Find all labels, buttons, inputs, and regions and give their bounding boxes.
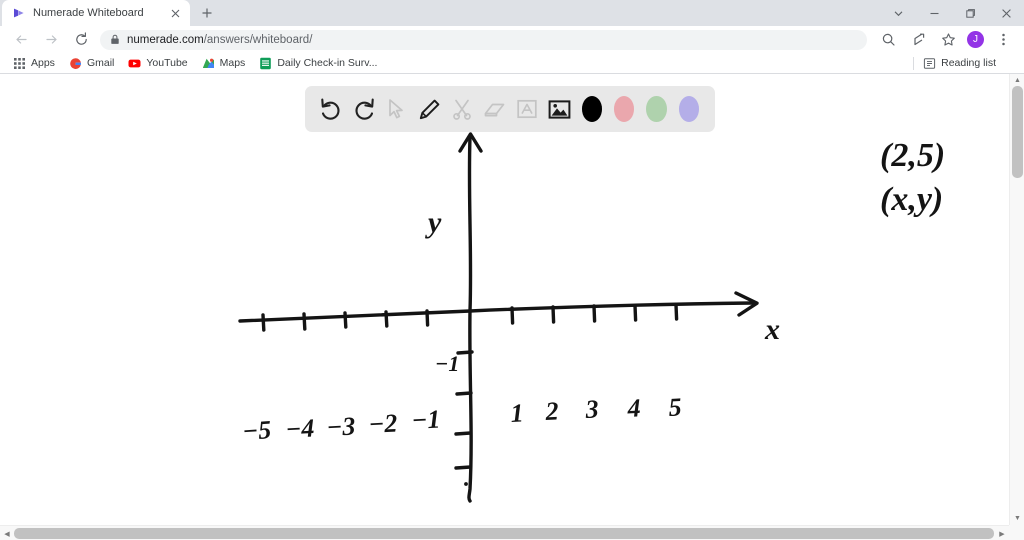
apps-grid-icon [13, 57, 26, 70]
x-tick-label: 1 [510, 398, 524, 428]
x-axis-label: x [764, 313, 780, 346]
close-icon[interactable] [168, 6, 182, 20]
share-icon[interactable] [906, 28, 930, 52]
window-controls [880, 0, 1024, 26]
x-tick-label: −3 [326, 412, 356, 442]
scissors-tool[interactable] [448, 92, 475, 126]
bookmark-apps[interactable]: Apps [6, 54, 62, 73]
gmail-icon [69, 57, 82, 70]
bookmark-label: Gmail [86, 57, 115, 69]
star-icon[interactable] [936, 28, 960, 52]
color-green[interactable] [646, 96, 667, 122]
whiteboard-toolbar [305, 86, 715, 132]
tab-strip: Numerade Whiteboard [0, 0, 1024, 26]
forward-arrow-icon[interactable] [39, 28, 63, 52]
redo-button[interactable] [351, 92, 378, 126]
coordinate-axes-drawing: −5 −4 −3 −2 −1 1 2 3 4 5 −1 x y (2,5) (x… [238, 132, 945, 503]
minimize-button[interactable] [916, 0, 952, 26]
lock-icon [110, 34, 120, 45]
three-dot-menu-icon[interactable] [991, 28, 1015, 52]
undo-button[interactable] [318, 92, 345, 126]
avatar[interactable]: J [967, 31, 984, 48]
reading-list-icon [923, 57, 936, 70]
x-tick-label: 4 [626, 393, 641, 423]
x-tick-label: −5 [241, 415, 272, 446]
scroll-right-arrow-icon[interactable]: ▶ [995, 526, 1009, 540]
search-icon[interactable] [876, 28, 900, 52]
browser-tab[interactable]: Numerade Whiteboard [2, 0, 190, 26]
sheets-icon [259, 57, 272, 70]
whiteboard-canvas[interactable]: −5 −4 −3 −2 −1 1 2 3 4 5 −1 x y (2,5) (x… [0, 74, 1009, 526]
reading-list-button[interactable]: Reading list [913, 56, 1018, 70]
select-tool[interactable] [383, 92, 410, 126]
vertical-scrollbar[interactable]: ▲ ▼ [1009, 74, 1024, 525]
annotation-generic-coordinates: (x,y) [880, 181, 943, 218]
bookmark-label: YouTube [146, 57, 188, 69]
new-tab-button[interactable] [194, 2, 220, 24]
back-arrow-icon[interactable] [9, 28, 33, 52]
reading-list-label: Reading list [941, 57, 996, 69]
text-box-icon[interactable] [513, 92, 540, 126]
x-tick-label: 5 [668, 392, 682, 422]
scrollbar-corner [1009, 525, 1024, 540]
x-tick-label: 2 [544, 396, 559, 426]
page-content: −5 −4 −3 −2 −1 1 2 3 4 5 −1 x y (2,5) (x… [0, 74, 1024, 540]
navigation-toolbar: numerade.com/answers/whiteboard/ J [0, 26, 1024, 53]
annotation-point-coordinates: (2,5) [880, 137, 945, 174]
maximize-button[interactable] [952, 0, 988, 26]
reload-icon[interactable] [69, 28, 93, 52]
bookmark-label: Daily Check-in Surv... [277, 57, 378, 69]
url-text: numerade.com/answers/whiteboard/ [127, 33, 313, 46]
bookmark-daily-check-in-survey[interactable]: Daily Check-in Surv... [252, 54, 384, 73]
color-purple[interactable] [678, 96, 699, 122]
tab-title: Numerade Whiteboard [33, 7, 144, 19]
scroll-down-arrow-icon[interactable]: ▼ [1010, 512, 1024, 525]
horizontal-scrollbar[interactable]: ◀ ▶ [0, 525, 1024, 540]
tab-search-button[interactable] [880, 0, 916, 26]
youtube-icon [128, 57, 141, 70]
x-tick-label: −4 [285, 414, 315, 444]
x-tick-label: −2 [368, 409, 398, 439]
eraser-tool[interactable] [481, 92, 508, 126]
scroll-left-arrow-icon[interactable]: ◀ [0, 526, 14, 540]
y-axis-label: y [425, 206, 442, 239]
x-tick-label: 3 [584, 394, 599, 424]
pencil-tool[interactable] [416, 92, 443, 126]
address-bar[interactable]: numerade.com/answers/whiteboard/ [100, 29, 867, 50]
close-window-button[interactable] [988, 0, 1024, 26]
horizontal-scrollbar-thumb[interactable] [14, 528, 994, 539]
numerade-logo-icon [12, 6, 26, 20]
y-tick-label: −1 [435, 351, 459, 376]
bookmarks-bar: Apps Gmail YouTube Maps Daily Check-in S… [0, 53, 1024, 74]
color-pink[interactable] [613, 96, 635, 122]
maps-icon [202, 57, 215, 70]
bookmark-youtube[interactable]: YouTube [121, 54, 194, 73]
vertical-scrollbar-thumb[interactable] [1012, 86, 1023, 178]
bookmark-maps[interactable]: Maps [195, 54, 253, 73]
color-black[interactable] [581, 96, 602, 122]
x-tick-label: −1 [411, 405, 441, 435]
bookmark-gmail[interactable]: Gmail [62, 54, 121, 73]
bookmark-label: Apps [31, 57, 55, 69]
bookmark-label: Maps [219, 57, 246, 69]
image-tool[interactable] [546, 92, 573, 126]
browser-window: Numerade Whiteboard numerade.com/answers… [0, 0, 1024, 540]
